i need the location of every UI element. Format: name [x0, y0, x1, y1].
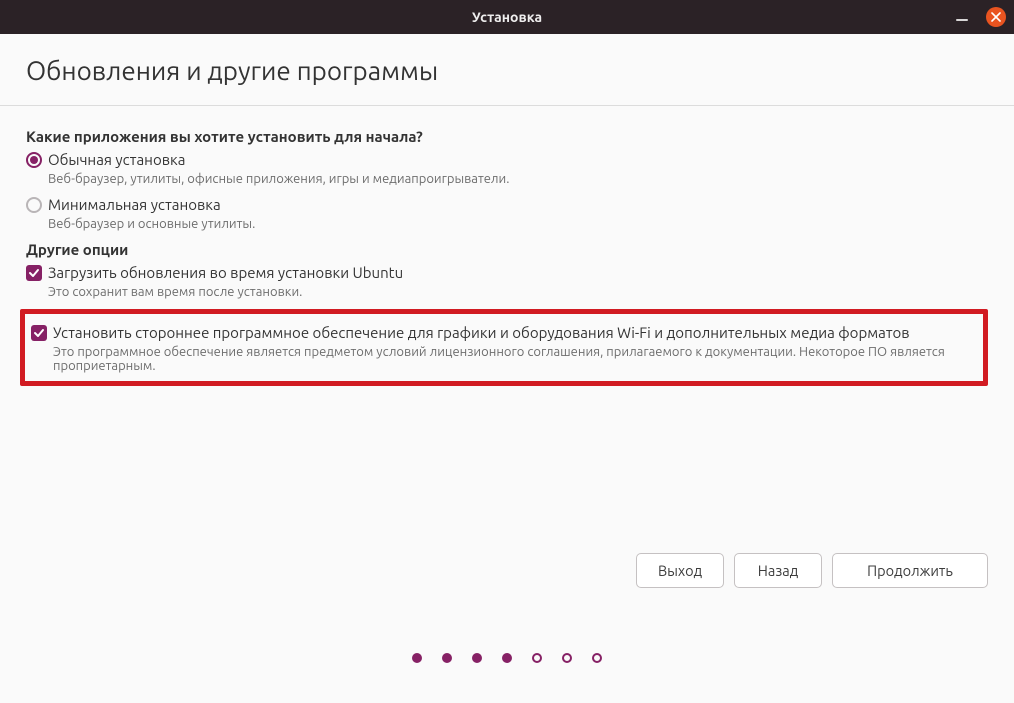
normal-install-option[interactable]: Обычная установка	[26, 151, 988, 168]
close-icon	[991, 12, 1001, 22]
other-options-heading: Другие опции	[26, 241, 988, 258]
download-updates-option[interactable]: Загрузить обновления во время установки …	[26, 264, 988, 281]
pager-dot[interactable]	[562, 653, 572, 663]
check-icon	[28, 267, 40, 279]
quit-button[interactable]: Выход	[636, 553, 724, 588]
minimize-button[interactable]	[956, 19, 968, 21]
back-button[interactable]: Назад	[734, 553, 822, 588]
window-title: Установка	[472, 9, 542, 25]
normal-install-label: Обычная установка	[48, 151, 185, 168]
pager-dot[interactable]	[592, 653, 602, 663]
apps-question: Какие приложения вы хотите установить дл…	[26, 128, 988, 145]
close-button[interactable]	[986, 7, 1006, 27]
titlebar: Установка	[0, 0, 1014, 34]
check-icon	[33, 327, 45, 339]
minimal-install-label: Минимальная установка	[48, 196, 221, 213]
highlight-box: Установить стороннее программное обеспеч…	[20, 309, 988, 386]
download-updates-checkbox[interactable]	[26, 265, 42, 281]
page-title: Обновления и другие программы	[26, 56, 988, 105]
minimal-install-radio[interactable]	[26, 197, 42, 213]
normal-install-desc: Веб-браузер, утилиты, офисные приложения…	[48, 172, 988, 186]
pager-dot[interactable]	[472, 653, 482, 663]
divider	[0, 105, 1014, 106]
third-party-label: Установить стороннее программное обеспеч…	[53, 324, 910, 341]
pager-dot[interactable]	[412, 653, 422, 663]
download-updates-desc: Это сохранит вам время после установки.	[48, 285, 988, 299]
normal-install-radio[interactable]	[26, 152, 42, 168]
pager-dot[interactable]	[502, 653, 512, 663]
third-party-desc: Это программное обеспечение является пре…	[53, 345, 977, 373]
third-party-checkbox[interactable]	[31, 325, 47, 341]
minimal-install-option[interactable]: Минимальная установка	[26, 196, 988, 213]
download-updates-label: Загрузить обновления во время установки …	[48, 264, 403, 281]
pager-dot[interactable]	[442, 653, 452, 663]
continue-button[interactable]: Продолжить	[832, 553, 988, 588]
minimal-install-desc: Веб-браузер и основные утилиты.	[48, 217, 988, 231]
footer-buttons: Выход Назад Продолжить	[636, 553, 988, 588]
third-party-option[interactable]: Установить стороннее программное обеспеч…	[31, 324, 977, 341]
pager-dot[interactable]	[532, 653, 542, 663]
pager	[0, 653, 1014, 663]
